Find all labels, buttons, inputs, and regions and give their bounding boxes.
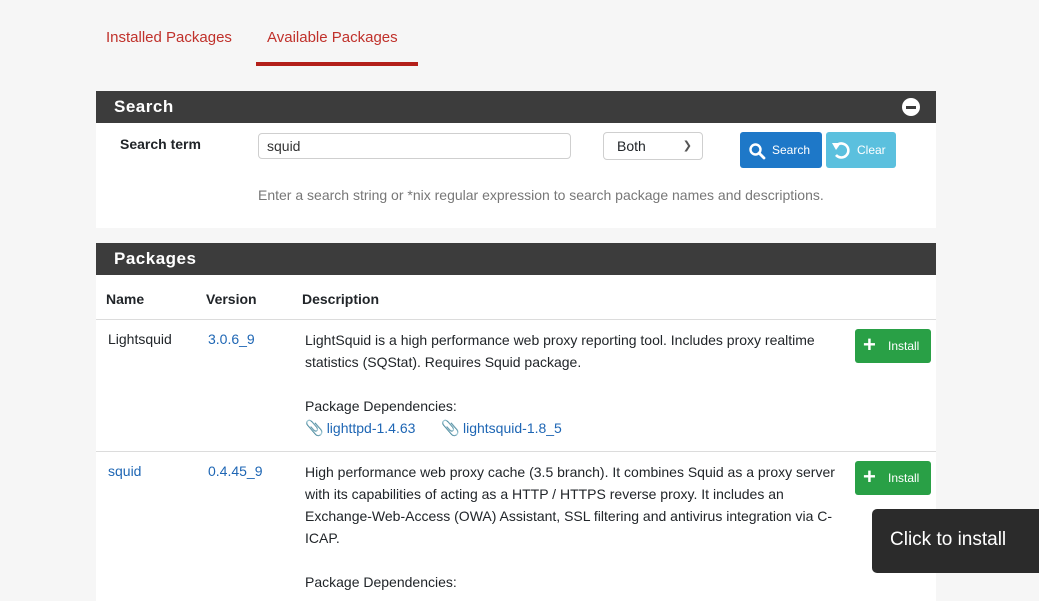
active-tab-indicator	[256, 62, 418, 66]
plus-icon: +	[863, 332, 876, 357]
search-button[interactable]: Search	[740, 132, 822, 168]
column-header-name: Name	[106, 291, 145, 307]
install-tooltip: Click to install	[872, 509, 1039, 573]
search-input[interactable]	[258, 133, 571, 159]
search-panel-title: Search	[114, 97, 174, 116]
minus-circle-icon[interactable]	[902, 98, 920, 116]
dependency-link-label: lighttpd-1.4.63	[326, 420, 416, 436]
package-description-text: LightSquid is a high performance web pro…	[305, 332, 815, 370]
dependency-link[interactable]: 📎 lightsquid-1.8_5	[441, 417, 562, 440]
search-icon	[749, 143, 766, 160]
chevron-down-icon: ❯	[682, 140, 692, 152]
package-version-link[interactable]: 0.4.45_9	[208, 463, 263, 479]
install-button-label: Install	[888, 339, 920, 353]
search-help-text: Enter a search string or *nix regular ex…	[258, 187, 824, 203]
table-row: Lightsquid 3.0.6_9 LightSquid is a high …	[96, 319, 936, 447]
table-row: squid 0.4.45_9 High performance web prox…	[96, 451, 936, 601]
packages-panel-title: Packages	[114, 249, 197, 268]
install-button[interactable]: + Install	[855, 329, 931, 363]
package-tabs: Installed Packages Available Packages	[96, 0, 936, 70]
package-dependencies-label: Package Dependencies:	[305, 398, 457, 414]
search-scope-select[interactable]: Both ❯	[603, 132, 703, 160]
clear-button[interactable]: Clear	[826, 132, 896, 168]
package-version-link[interactable]: 3.0.6_9	[208, 331, 255, 347]
dependency-links: 📎 lighttpd-1.4.63 📎 lightsquid-1.8_5	[305, 417, 845, 440]
dependency-link[interactable]: 📎 lighttpd-1.4.63	[305, 417, 415, 440]
package-description: LightSquid is a high performance web pro…	[305, 329, 845, 440]
packages-panel-header: Packages	[96, 243, 936, 275]
clear-button-label: Clear	[857, 143, 886, 157]
plus-icon: +	[863, 464, 876, 489]
search-button-label: Search	[772, 143, 811, 157]
tab-installed-packages[interactable]: Installed Packages	[106, 29, 232, 46]
package-dependencies-label: Package Dependencies:	[305, 574, 457, 590]
tab-available-packages[interactable]: Available Packages	[267, 29, 398, 46]
column-header-description: Description	[302, 291, 380, 307]
undo-icon	[832, 142, 850, 159]
package-description-text: High performance web proxy cache (3.5 br…	[305, 464, 835, 546]
package-name-link[interactable]: squid	[108, 463, 141, 479]
dependency-link-label: lightsquid-1.8_5	[463, 420, 562, 436]
paperclip-icon: 📎	[441, 420, 460, 437]
package-description: High performance web proxy cache (3.5 br…	[305, 461, 845, 593]
search-scope-value: Both	[617, 138, 646, 154]
search-panel: Search Search term Both ❯ Search Clear E…	[96, 91, 936, 228]
search-panel-header: Search	[96, 91, 936, 123]
column-header-version: Version	[206, 291, 257, 307]
package-name: Lightsquid	[108, 331, 172, 347]
install-button-label: Install	[888, 471, 920, 485]
paperclip-icon: 📎	[305, 420, 324, 437]
install-button[interactable]: + Install	[855, 461, 931, 495]
search-term-label: Search term	[120, 136, 201, 152]
packages-panel: Packages Name Version Description Lights…	[96, 243, 936, 601]
